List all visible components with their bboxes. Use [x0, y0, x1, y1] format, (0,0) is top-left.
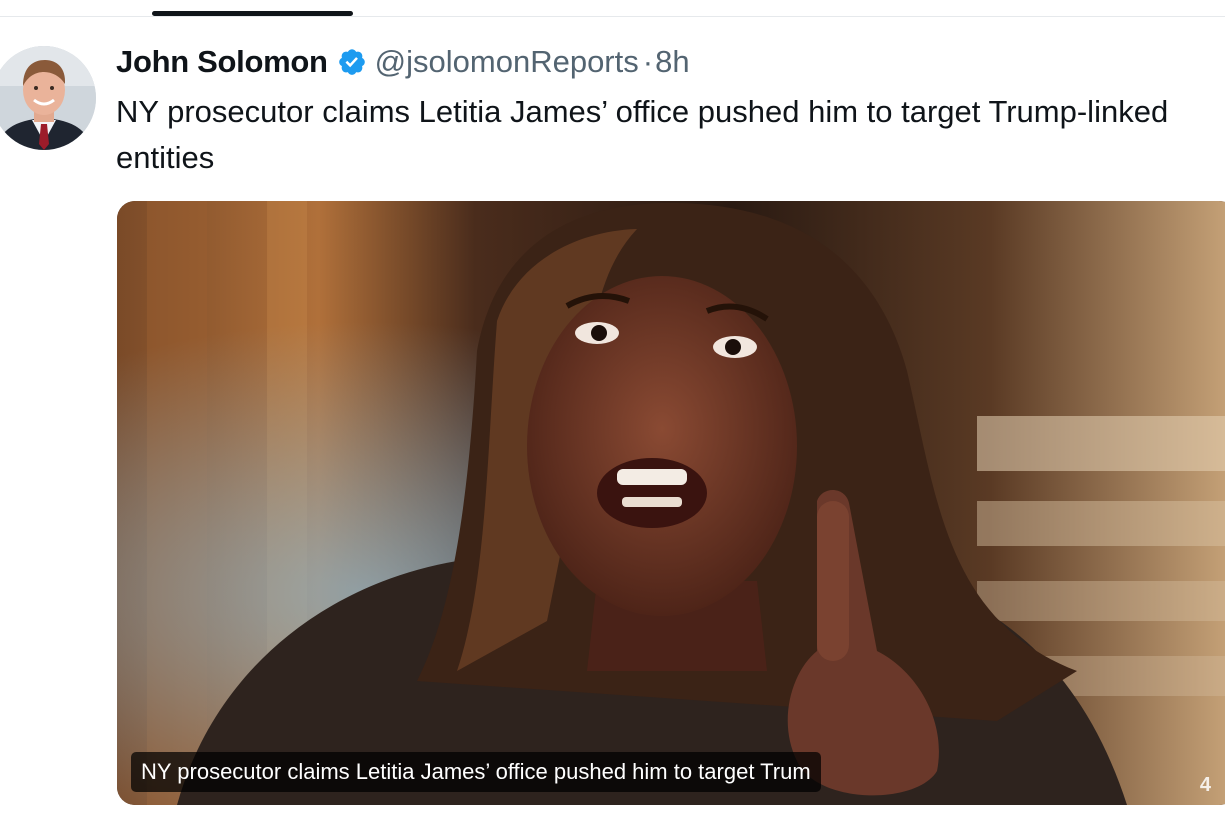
media-photo-illustration	[117, 201, 1225, 805]
meta-separator: ·	[642, 44, 654, 79]
media-corner-badge: 4	[1199, 774, 1211, 796]
tweet-page: John Solomon @jsolomonReports · 8h NY pr…	[0, 0, 1225, 817]
tweet-media-photo[interactable]: NY prosecutor claims Letitia James’ offi…	[117, 201, 1225, 805]
author-handle[interactable]: @jsolomonReports	[375, 44, 639, 80]
tweet-text: NY prosecutor claims Letitia James’ offi…	[116, 94, 1169, 175]
author-display-name[interactable]: John Solomon	[116, 44, 328, 80]
tweet-header: John Solomon @jsolomonReports · 8h	[116, 40, 690, 84]
header-divider	[0, 16, 1225, 17]
media-caption: NY prosecutor claims Letitia James’ offi…	[131, 752, 821, 792]
author-avatar[interactable]	[0, 46, 96, 150]
tweet-timestamp[interactable]: 8h	[655, 44, 689, 80]
verified-badge-icon[interactable]	[337, 47, 367, 77]
